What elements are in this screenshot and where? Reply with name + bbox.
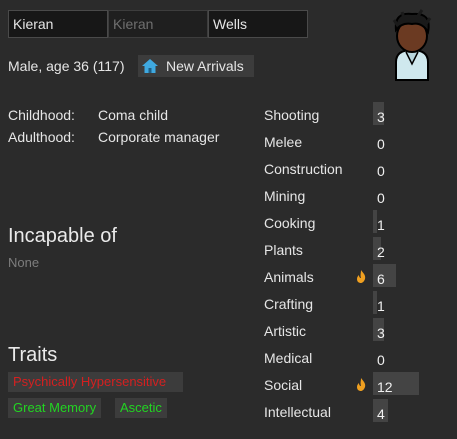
faction-button[interactable]: New Arrivals (138, 55, 254, 77)
skill-level: 0 (377, 163, 385, 179)
skill-name: Intellectual (264, 404, 331, 420)
skill-level: 2 (377, 244, 385, 260)
backstory-childhood[interactable]: Childhood: Coma child (8, 107, 168, 123)
incapable-heading: Incapable of (8, 225, 117, 247)
skill-name: Melee (264, 134, 303, 150)
traits-heading: Traits (8, 344, 58, 366)
first-name-input[interactable] (8, 10, 108, 38)
backstory-value: Corporate manager (98, 129, 220, 145)
skill-row-intellectual[interactable]: Intellectual 4 (264, 399, 454, 426)
skill-name: Artistic (264, 323, 306, 339)
skill-name: Cooking (264, 215, 316, 231)
skill-name: Mining (264, 188, 306, 204)
skill-row-medical[interactable]: Medical 0 (264, 345, 454, 372)
skill-level: 0 (377, 352, 385, 368)
skill-name: Plants (264, 242, 303, 258)
last-name-input[interactable] (208, 10, 308, 38)
trait-badge[interactable]: Ascetic (115, 398, 167, 418)
nickname-input[interactable] (108, 10, 208, 38)
skill-row-mining[interactable]: Mining 0 (264, 183, 454, 210)
skill-name: Crafting (264, 296, 314, 312)
colonist-portrait (392, 9, 432, 81)
backstory-key: Adulthood: (8, 129, 75, 145)
skill-row-social[interactable]: Social 12 (264, 372, 454, 399)
skill-row-construction[interactable]: Construction 0 (264, 156, 454, 183)
skill-name: Social (264, 377, 303, 393)
skill-level: 1 (377, 298, 385, 314)
skill-level: 4 (377, 406, 385, 422)
trait-badge[interactable]: Psychically Hypersensitive (8, 372, 183, 392)
incapable-value: None (8, 255, 40, 270)
house-icon (142, 59, 158, 73)
skill-row-plants[interactable]: Plants 2 (264, 237, 454, 264)
skill-level: 0 (377, 190, 385, 206)
skill-level: 3 (377, 109, 385, 125)
skill-row-animals[interactable]: Animals 6 (264, 264, 454, 291)
backstory-adulthood[interactable]: Adulthood: Corporate manager (8, 129, 219, 145)
trait-badge[interactable]: Great Memory (8, 398, 102, 418)
passion-flame-icon (357, 270, 366, 283)
backstory-key: Childhood: (8, 107, 75, 123)
skill-name: Shooting (264, 107, 320, 123)
skill-level: 0 (377, 136, 385, 152)
pawn-description: Male, age 36 (117) (8, 58, 125, 74)
skill-level: 1 (377, 217, 385, 233)
skill-row-melee[interactable]: Melee 0 (264, 129, 454, 156)
skill-row-cooking[interactable]: Cooking 1 (264, 210, 454, 237)
skill-name: Animals (264, 269, 314, 285)
faction-label: New Arrivals (166, 58, 244, 74)
skill-level: 3 (377, 325, 385, 341)
skill-row-artistic[interactable]: Artistic 3 (264, 318, 454, 345)
skill-row-shooting[interactable]: Shooting 3 (264, 102, 454, 129)
skill-level: 12 (377, 379, 393, 395)
skill-row-crafting[interactable]: Crafting 1 (264, 291, 454, 318)
passion-flame-icon (357, 378, 366, 391)
skill-name: Medical (264, 350, 313, 366)
skill-name: Construction (264, 161, 343, 177)
skill-level: 6 (377, 271, 385, 287)
backstory-value: Coma child (98, 107, 169, 123)
